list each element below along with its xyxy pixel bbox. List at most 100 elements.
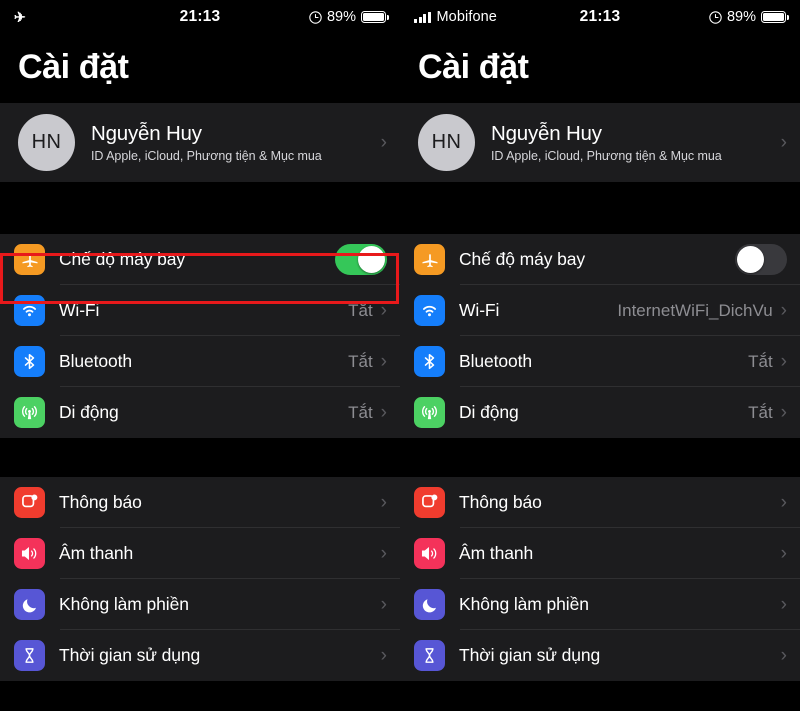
settings-row-label: Wi-Fi — [59, 300, 100, 320]
chevron-right-icon: › — [380, 132, 387, 153]
dual-screenshot-comparison: ✈ 21:13 89% Cài đặt HN Nguyễn Huy ID App… — [0, 0, 800, 711]
settings-row-value: Tắt — [348, 402, 373, 422]
profile-group-left: HN Nguyễn Huy ID Apple, iCloud, Phương t… — [0, 103, 400, 182]
settings-row-th-i-gian-s-d-ng[interactable]: Thời gian sử dụng › — [0, 630, 400, 681]
settings-row-bluetooth[interactable]: Bluetooth Tắt › — [0, 336, 400, 387]
status-bar-left: ✈ 21:13 89% — [0, 0, 400, 34]
settings-row-label: Thông báo — [59, 492, 142, 512]
toggle-knob — [358, 246, 385, 273]
avatar: HN — [18, 114, 75, 171]
battery-icon — [761, 11, 789, 23]
hourglass-icon — [14, 640, 45, 671]
battery-percent-label: 89% — [726, 9, 756, 25]
chevron-right-icon: › — [380, 645, 387, 666]
settings-row-ch-m-y-bay[interactable]: Chế độ máy bay — [0, 234, 400, 285]
notifications-icon — [14, 487, 45, 518]
settings-row-value: Tắt — [748, 402, 773, 422]
settings-row-label: Bluetooth — [59, 351, 133, 371]
chevron-right-icon: › — [380, 300, 387, 321]
alarm-clock-icon — [309, 10, 322, 24]
chevron-right-icon: › — [780, 594, 787, 615]
left-settings-screen: ✈ 21:13 89% Cài đặt HN Nguyễn Huy ID App… — [0, 0, 400, 711]
apple-id-profile-row[interactable]: HN Nguyễn Huy ID Apple, iCloud, Phương t… — [0, 103, 400, 182]
connectivity-group-right: Chế độ máy bay Wi-Fi InternetWiFi_DichVu › B… — [400, 234, 800, 438]
alarm-clock-icon — [709, 10, 722, 24]
avatar: HN — [418, 114, 475, 171]
settings-row-th-ng-b-o[interactable]: Thông báo › — [0, 477, 400, 528]
settings-row-wi-fi[interactable]: Wi-Fi InternetWiFi_DichVu › — [400, 285, 800, 336]
wifi-icon — [14, 295, 45, 326]
status-bar-right: Mobifone 21:13 89% — [400, 0, 800, 34]
settings-row-value: Tắt — [348, 351, 373, 371]
toggle-knob — [737, 246, 764, 273]
settings-row-label: Di động — [59, 402, 119, 422]
settings-row-m-thanh[interactable]: Âm thanh › — [400, 528, 800, 579]
page-title: Cài đặt — [18, 48, 129, 86]
cellular-icon — [414, 397, 445, 428]
notifications-icon — [414, 487, 445, 518]
settings-row-kh-ng-l-m-phi-n[interactable]: Không làm phiền › — [0, 579, 400, 630]
settings-row-kh-ng-l-m-phi-n[interactable]: Không làm phiền › — [400, 579, 800, 630]
section-spacer — [400, 438, 800, 477]
settings-row-label: Thời gian sử dụng — [459, 645, 601, 665]
settings-row-di-ng[interactable]: Di động Tắt › — [0, 387, 400, 438]
chevron-right-icon: › — [380, 594, 387, 615]
chevron-right-icon: › — [780, 645, 787, 666]
moon-icon — [14, 589, 45, 620]
settings-row-label: Âm thanh — [459, 543, 534, 563]
battery-percent-label: 89% — [326, 9, 356, 25]
battery-icon — [361, 11, 389, 23]
profile-subtitle: ID Apple, iCloud, Phương tiện & Mục mua — [91, 149, 322, 163]
profile-text: Nguyễn Huy ID Apple, iCloud, Phương tiện… — [491, 122, 722, 163]
airplane-mode-toggle[interactable] — [735, 244, 787, 275]
right-settings-screen: Mobifone 21:13 89% Cài đặt HN Nguyễn Huy… — [400, 0, 800, 711]
cellular-icon — [14, 397, 45, 428]
bluetooth-icon — [14, 346, 45, 377]
wifi-icon — [414, 295, 445, 326]
chevron-right-icon: › — [780, 543, 787, 564]
bluetooth-icon — [414, 346, 445, 377]
general-group-left: Thông báo › Âm thanh › Không làm phiền › Thời … — [0, 477, 400, 681]
apple-id-profile-row[interactable]: HN Nguyễn Huy ID Apple, iCloud, Phương t… — [400, 103, 800, 182]
profile-group-right: HN Nguyễn Huy ID Apple, iCloud, Phương t… — [400, 103, 800, 182]
chevron-right-icon: › — [780, 402, 787, 423]
settings-row-label: Không làm phiền — [459, 594, 589, 614]
profile-text: Nguyễn Huy ID Apple, iCloud, Phương tiện… — [91, 122, 322, 163]
chevron-right-icon: › — [780, 132, 787, 153]
settings-row-m-thanh[interactable]: Âm thanh › — [0, 528, 400, 579]
page-title: Cài đặt — [418, 48, 529, 86]
hourglass-icon — [414, 640, 445, 671]
moon-icon — [414, 589, 445, 620]
settings-row-wi-fi[interactable]: Wi-Fi Tắt › — [0, 285, 400, 336]
settings-row-th-ng-b-o[interactable]: Thông báo › — [400, 477, 800, 528]
chevron-right-icon: › — [780, 492, 787, 513]
sounds-icon — [414, 538, 445, 569]
general-group-right: Thông báo › Âm thanh › Không làm phiền › Thời … — [400, 477, 800, 681]
settings-row-value: Tắt — [348, 300, 373, 320]
connectivity-group-left: Chế độ máy bay Wi-Fi Tắt › Bluetooth Tắt › Di đ… — [0, 234, 400, 438]
settings-row-value: InternetWiFi_DichVu — [617, 300, 773, 320]
settings-row-label: Thông báo — [459, 492, 542, 512]
sounds-icon — [14, 538, 45, 569]
profile-name: Nguyễn Huy — [91, 122, 202, 145]
profile-subtitle: ID Apple, iCloud, Phương tiện & Mục mua — [491, 149, 722, 163]
chevron-right-icon: › — [780, 351, 787, 372]
settings-row-label: Bluetooth — [459, 351, 533, 371]
settings-row-label: Chế độ máy bay — [459, 249, 586, 269]
section-spacer — [400, 182, 800, 234]
airplane-mode-toggle[interactable] — [335, 244, 387, 275]
chevron-right-icon: › — [780, 300, 787, 321]
chevron-right-icon: › — [380, 492, 387, 513]
settings-row-ch-m-y-bay[interactable]: Chế độ máy bay — [400, 234, 800, 285]
settings-row-di-ng[interactable]: Di động Tắt › — [400, 387, 800, 438]
profile-name: Nguyễn Huy — [491, 122, 602, 145]
settings-row-label: Thời gian sử dụng — [59, 645, 201, 665]
airplane-icon — [414, 244, 445, 275]
settings-row-label: Chế độ máy bay — [59, 249, 186, 269]
settings-row-label: Âm thanh — [59, 543, 134, 563]
settings-row-label: Không làm phiền — [59, 594, 189, 614]
airplane-icon — [14, 244, 45, 275]
section-spacer — [0, 438, 400, 477]
settings-row-th-i-gian-s-d-ng[interactable]: Thời gian sử dụng › — [400, 630, 800, 681]
settings-row-bluetooth[interactable]: Bluetooth Tắt › — [400, 336, 800, 387]
